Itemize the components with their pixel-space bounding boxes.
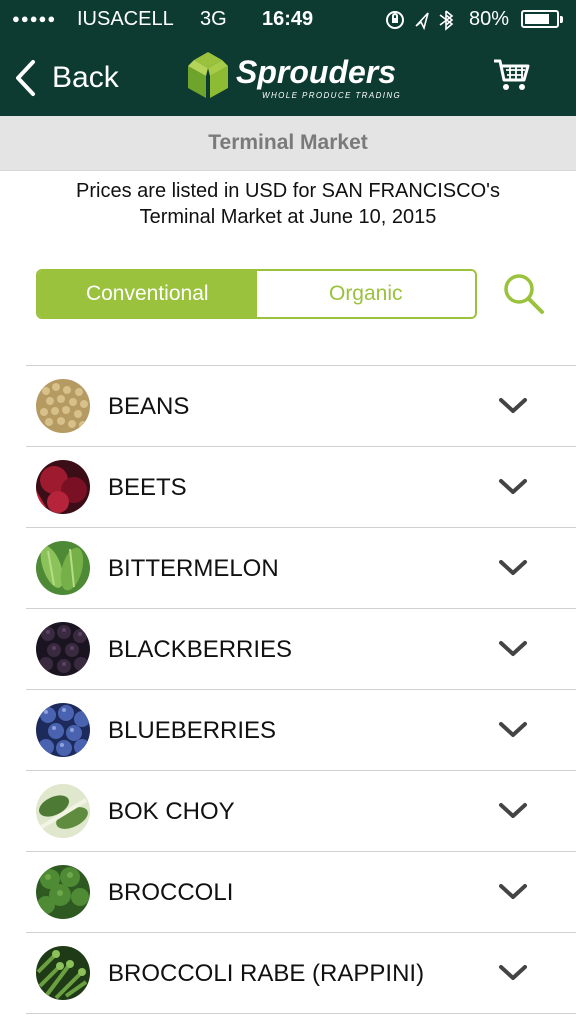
organic-tab[interactable]: Organic [256,271,475,317]
chevron-down-icon [499,479,527,494]
clock: 16:49 [262,8,314,30]
list-item[interactable]: BITTERMELON [26,528,576,609]
market-type-segmented-control: Conventional Organic [36,269,477,319]
conventional-tab[interactable]: Conventional [38,271,257,317]
search-button[interactable] [502,272,546,321]
chevron-down-icon [499,398,527,413]
bittermelon-thumbnail [36,541,90,595]
product-name: BEANS [108,393,190,420]
battery-percent: 80% [469,8,510,30]
logo-wordmark: Sprouders [236,54,397,90]
product-name: BROCCOLI RABE (RAPPINI) [108,960,425,987]
cart-icon [494,59,530,90]
logo-tagline: WHOLE PRODUCE TRADING [262,91,402,100]
section-title: Terminal Market [208,131,368,154]
battery-icon [521,10,563,28]
list-item[interactable]: BROCCOLI [26,852,576,933]
product-name: BLACKBERRIES [108,636,293,663]
bok-choy-thumbnail [36,784,90,838]
bluetooth-icon [439,10,454,31]
carrier-name: IUSACELL [77,8,174,30]
section-header: Terminal Market [0,116,576,171]
list-item[interactable]: BROCCOLI RABE (RAPPINI) [26,933,576,1014]
beans-thumbnail [36,379,90,433]
chevron-down-icon [499,884,527,899]
product-name: BEETS [108,474,187,501]
product-name: BOK CHOY [108,798,235,825]
chevron-left-icon [16,60,35,96]
chevron-down-icon [499,722,527,737]
search-icon [504,274,544,314]
list-item[interactable]: BLACKBERRIES [26,609,576,690]
list-item[interactable]: BEANS [26,366,576,447]
status-bar: ●●●●● IUSACELL 3G 16:49 80% [0,0,576,40]
beets-thumbnail [36,460,90,514]
logo-cube-icon [188,52,228,98]
signal-strength: ●●●●● [12,11,57,26]
rotation-lock-icon [386,11,404,29]
status-icons [384,6,460,40]
chevron-down-icon [499,641,527,656]
blueberries-thumbnail [36,703,90,757]
broccoli-thumbnail [36,865,90,919]
list-item[interactable]: BEETS [26,447,576,528]
sprouders-logo: Sprouders WHOLE PRODUCE TRADING [184,48,404,106]
product-name: BLUEBERRIES [108,717,277,744]
blackberries-thumbnail [36,622,90,676]
cart-button[interactable] [492,56,530,97]
back-label: Back [52,61,119,94]
back-button[interactable]: Back [14,56,119,100]
product-list: BEANS BEETS BITTERMELON BLACKBERRIES BLU… [26,365,576,1014]
network-type: 3G [200,8,227,30]
product-name: BROCCOLI [108,879,234,906]
top-bar: ●●●●● IUSACELL 3G 16:49 80% Back Sproude… [0,0,576,116]
list-item[interactable]: BOK CHOY [26,771,576,852]
product-name: BITTERMELON [108,555,279,582]
chevron-down-icon [499,803,527,818]
list-item[interactable]: BLUEBERRIES [26,690,576,771]
price-notice: Prices are listed in USD for SAN FRANCIS… [76,180,500,228]
location-icon [415,12,429,31]
chevron-down-icon [499,965,527,980]
broccoli-rabe-thumbnail [36,946,90,1000]
chevron-down-icon [499,560,527,575]
